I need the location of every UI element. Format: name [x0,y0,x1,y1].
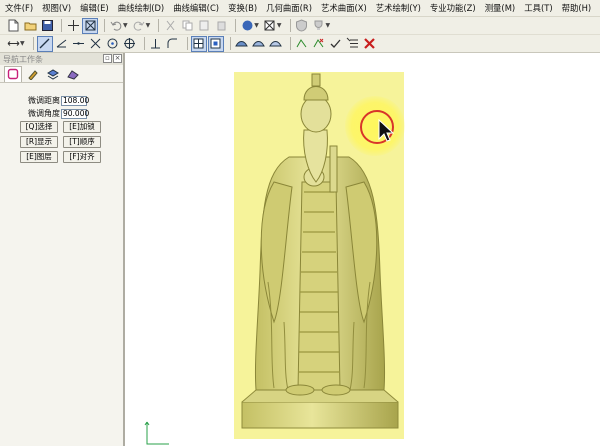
menu-file[interactable]: 文件(F) [5,2,33,14]
horizontal-line-icon[interactable] [72,37,86,51]
tab-layers-icon[interactable] [44,66,62,82]
node-edit-icon[interactable] [295,37,309,51]
undo-dropdown-icon[interactable]: ▼ [123,22,128,29]
select-button[interactable]: [Q]选择 [20,121,58,133]
menu-measure[interactable]: 测量(M) [485,2,516,14]
redo-icon[interactable] [132,19,146,33]
view-box-icon[interactable] [263,19,277,33]
close-red-icon[interactable] [363,37,377,51]
tab-object-icon[interactable] [4,65,22,82]
order-button[interactable]: [T]顺序 [63,136,101,148]
copy-icon[interactable] [180,19,194,33]
fillet-icon[interactable] [166,37,180,51]
show-button[interactable]: [R]显示 [20,136,58,148]
menu-curve-edit[interactable]: 曲线编辑(C) [173,2,219,14]
cross-lines-icon[interactable] [89,37,103,51]
redo-dropdown-icon[interactable]: ▼ [146,22,151,29]
menu-tools[interactable]: 工具(T) [524,2,552,14]
list-properties-icon[interactable] [346,37,360,51]
tab-tools-icon[interactable] [64,66,82,82]
surface-relief-icon[interactable] [269,37,283,51]
adjust-angle-row: 微调角度 90.000 [28,108,89,119]
line-tool-icon[interactable] [36,35,53,52]
shield-icon[interactable] [295,19,309,33]
mouse-cursor-icon [378,119,394,142]
adjust-distance-label: 微调距离 [28,96,60,105]
menu-geometry-surface[interactable]: 几何曲面(R) [266,2,312,14]
main-toolbar: ▼ ▼ ▼ ▼ ▼ [0,17,600,35]
menu-view[interactable]: 视图(V) [42,2,71,14]
menu-bar: 文件(F) 视图(V) 编辑(E) 曲线绘制(D) 曲线编辑(C) 变换(B) … [0,0,600,17]
panel-title: 导航工作条 [3,54,43,64]
perpendicular-icon[interactable] [149,37,163,51]
menu-art-draw[interactable]: 艺术绘制(Y) [376,2,421,14]
tab-brush-icon[interactable] [24,66,42,82]
menu-curve-draw[interactable]: 曲线绘制(D) [118,2,164,14]
frame-snap-icon[interactable] [207,35,224,52]
move-arrows-icon[interactable] [6,37,20,51]
menu-transform[interactable]: 变换(B) [228,2,257,14]
circle-center-icon[interactable] [106,37,120,51]
window-select-icon[interactable] [82,17,98,34]
adjust-distance-row: 微调距离 108.00 [28,95,89,106]
axis-indicator-icon [144,421,169,445]
navigator-panel: 导航工作条 ▫ × 微调距离 108.00 微调角度 90.000 [Q]选择 … [0,53,125,446]
panel-close-icon[interactable]: × [113,54,122,63]
trophy-icon[interactable] [312,19,326,33]
undo-icon[interactable] [109,19,123,33]
menu-edit[interactable]: 编辑(E) [80,2,109,14]
render-mode-icon[interactable] [240,19,254,33]
cut-icon[interactable] [163,19,177,33]
render-mode-dropdown-icon[interactable]: ▼ [254,22,259,29]
adjust-angle-field[interactable]: 90.000 [61,108,89,119]
lock-button[interactable]: [E]加锁 [63,121,101,133]
drawing-toolbar: ▼ [0,35,600,53]
surface-tool-icon[interactable] [235,37,249,51]
check-icon[interactable] [329,37,343,51]
menu-help[interactable]: 帮助(H) [562,2,592,14]
grid-snap-icon[interactable] [190,35,207,52]
layer-button[interactable]: [E]图层 [20,151,58,163]
move-dropdown-icon[interactable]: ▼ [20,40,25,47]
crosshair-icon[interactable] [66,19,80,33]
panel-tabs [0,65,123,83]
save-icon[interactable] [40,19,54,33]
adjust-angle-label: 微调角度 [28,109,60,118]
surface-edit-icon[interactable] [252,37,266,51]
open-folder-icon[interactable] [23,19,37,33]
node-delete-icon[interactable] [312,37,326,51]
view-box-dropdown-icon[interactable]: ▼ [277,22,282,29]
panel-restore-icon[interactable]: ▫ [103,54,112,63]
trophy-dropdown-icon[interactable]: ▼ [326,22,331,29]
delete-icon[interactable] [214,19,228,33]
angle-line-icon[interactable] [55,37,69,51]
new-file-icon[interactable] [6,19,20,33]
circle-cross-icon[interactable] [123,37,137,51]
menu-art-surface[interactable]: 艺术曲面(X) [321,2,367,14]
adjust-distance-field[interactable]: 108.00 [61,95,89,106]
menu-professional[interactable]: 专业功能(Z) [430,2,476,14]
panel-title-bar: 导航工作条 ▫ × [0,53,123,65]
align-button[interactable]: [F]对齐 [63,151,101,163]
drawing-canvas[interactable] [127,53,600,446]
paste-icon[interactable] [197,19,211,33]
